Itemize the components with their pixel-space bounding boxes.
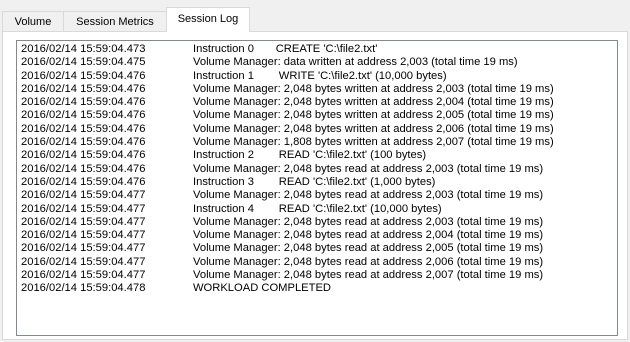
log-message: Volume Manager: 2,048 bytes read at addr… (193, 255, 544, 268)
log-line: 2016/02/14 15:59:04.477 Instruction 4 REA… (21, 203, 554, 216)
tab-session-log[interactable]: Session Log (166, 7, 250, 32)
log-message: Volume Manager: 2,048 bytes read at addr… (193, 269, 544, 282)
log-message: Instruction 3 READ 'C:\file2.txt' (1,000… (193, 175, 436, 188)
log-timestamp: 2016/02/14 15:59:04.477 (21, 229, 146, 242)
log-message: Instruction 2 READ 'C:\file2.txt' (100 b… (193, 149, 427, 162)
log-timestamp: 2016/02/14 15:59:04.477 (21, 189, 146, 202)
log-line: 2016/02/14 15:59:04.476 Volume Manager: 2… (21, 109, 554, 122)
log-message: Instruction 1 WRITE 'C:\file2.txt' (10,0… (193, 69, 447, 82)
log-message: Instruction 4 READ 'C:\file2.txt' (10,00… (193, 202, 442, 215)
log-message: Volume Manager: 2,048 bytes written at a… (193, 109, 554, 122)
log-line: 2016/02/14 15:59:04.476 Volume Manager: 2… (21, 163, 554, 176)
session-log-textbox[interactable]: 2016/02/14 15:59:04.473 Instruction 0 CRE… (16, 40, 618, 336)
log-line: 2016/02/14 15:59:04.478 WORKLOAD COMPLETE… (21, 282, 554, 295)
log-list: 2016/02/14 15:59:04.473 Instruction 0 CRE… (21, 43, 554, 296)
log-timestamp: 2016/02/14 15:59:04.476 (21, 122, 146, 135)
log-line: 2016/02/14 15:59:04.477 Volume Manager: 2… (21, 242, 554, 255)
log-line: 2016/02/14 15:59:04.477 Volume Manager: 2… (21, 256, 554, 269)
session-log-panel: 2016/02/14 15:59:04.473 Instruction 0 CRE… (2, 31, 628, 340)
log-timestamp: 2016/02/14 15:59:04.477 (21, 242, 146, 255)
log-line: 2016/02/14 15:59:04.476 Volume Manager: 2… (21, 123, 554, 136)
log-line: 2016/02/14 15:59:04.476 Volume Manager: 2… (21, 96, 554, 109)
tab-strip: Volume Session Metrics Session Log (0, 0, 630, 32)
log-line: 2016/02/14 15:59:04.476 Volume Manager: 1… (21, 136, 554, 149)
log-message: Volume Manager: 2,048 bytes read at addr… (193, 215, 544, 228)
log-timestamp: 2016/02/14 15:59:04.476 (21, 149, 146, 162)
log-timestamp: 2016/02/14 15:59:04.473 (21, 43, 146, 55)
log-message: Volume Manager: 2,048 bytes read at addr… (193, 189, 544, 202)
log-timestamp: 2016/02/14 15:59:04.477 (21, 269, 146, 282)
log-message: Volume Manager: 2,048 bytes read at addr… (193, 162, 544, 175)
tab-volume[interactable]: Volume (2, 11, 64, 31)
log-timestamp: 2016/02/14 15:59:04.476 (21, 96, 146, 109)
log-message: Instruction 0 CREATE 'C:\file2.txt' (193, 43, 378, 55)
log-message: Volume Manager: 2,048 bytes written at a… (193, 96, 554, 109)
log-line: 2016/02/14 15:59:04.477 Volume Manager: 2… (21, 269, 554, 282)
log-timestamp: 2016/02/14 15:59:04.477 (21, 202, 146, 215)
log-line: 2016/02/14 15:59:04.477 Volume Manager: 2… (21, 229, 554, 242)
log-timestamp: 2016/02/14 15:59:04.476 (21, 162, 146, 175)
log-line: 2016/02/14 15:59:04.476 Instruction 2 REA… (21, 149, 554, 162)
log-line: 2016/02/14 15:59:04.475 Volume Manager: d… (21, 56, 554, 69)
log-timestamp: 2016/02/14 15:59:04.476 (21, 136, 146, 149)
log-message: Volume Manager: 2,048 bytes written at a… (193, 122, 554, 135)
log-timestamp: 2016/02/14 15:59:04.475 (21, 56, 146, 69)
tab-session-metrics[interactable]: Session Metrics (63, 11, 167, 31)
log-timestamp: 2016/02/14 15:59:04.478 (21, 282, 146, 295)
log-timestamp: 2016/02/14 15:59:04.476 (21, 82, 146, 95)
log-timestamp: 2016/02/14 15:59:04.476 (21, 109, 146, 122)
log-line: 2016/02/14 15:59:04.473 Instruction 0 CRE… (21, 43, 554, 56)
log-message: Volume Manager: 1,808 bytes written at a… (193, 136, 554, 149)
log-message: Volume Manager: 2,048 bytes read at addr… (193, 242, 544, 255)
log-message: WORKLOAD COMPLETED (193, 282, 331, 295)
log-message: Volume Manager: data written at address … (193, 56, 518, 69)
log-line: 2016/02/14 15:59:04.477 Volume Manager: 2… (21, 189, 554, 202)
log-line: 2016/02/14 15:59:04.477 Volume Manager: 2… (21, 216, 554, 229)
log-timestamp: 2016/02/14 15:59:04.476 (21, 69, 146, 82)
log-line: 2016/02/14 15:59:04.476 Instruction 1 WRI… (21, 70, 554, 83)
log-timestamp: 2016/02/14 15:59:04.477 (21, 255, 146, 268)
log-message: Volume Manager: 2,048 bytes read at addr… (193, 229, 544, 242)
log-timestamp: 2016/02/14 15:59:04.476 (21, 175, 146, 188)
log-message: Volume Manager: 2,048 bytes written at a… (193, 82, 554, 95)
log-line: 2016/02/14 15:59:04.476 Volume Manager: 2… (21, 83, 554, 96)
log-line: 2016/02/14 15:59:04.476 Instruction 3 REA… (21, 176, 554, 189)
log-timestamp: 2016/02/14 15:59:04.477 (21, 215, 146, 228)
